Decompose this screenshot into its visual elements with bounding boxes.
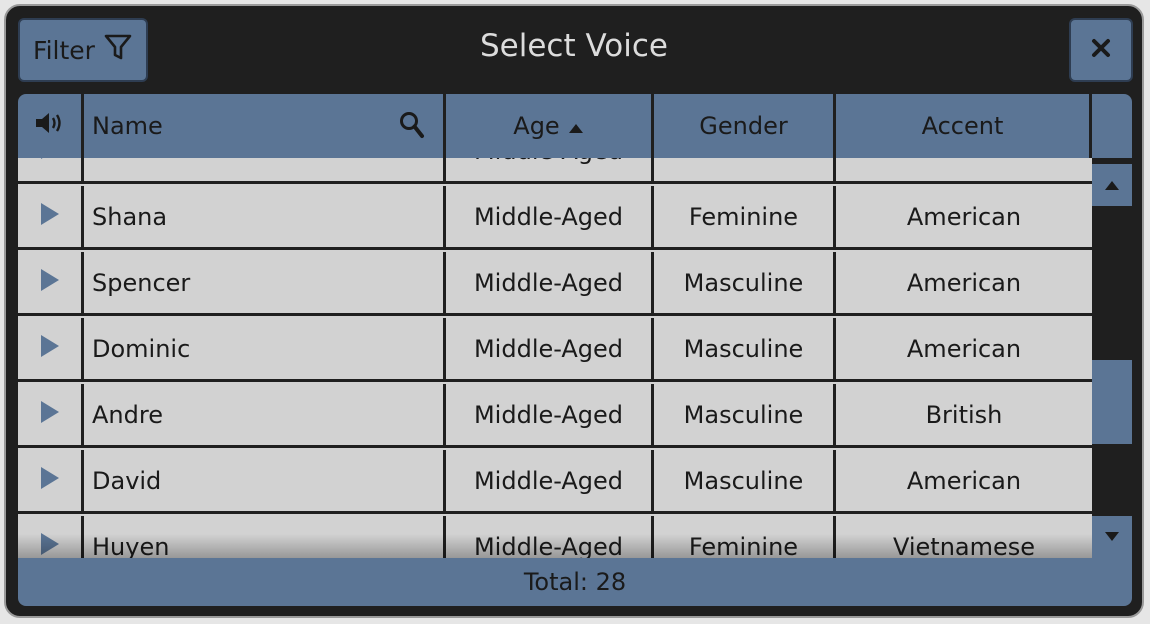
play-button[interactable] bbox=[18, 384, 84, 445]
voice-gender: Feminine bbox=[654, 516, 836, 558]
voice-accent: American bbox=[906, 334, 1022, 363]
select-voice-dialog: Filter Select Voice Name Age Gender Acce… bbox=[4, 4, 1144, 618]
play-button[interactable] bbox=[18, 516, 84, 558]
voice-gender: Masculine bbox=[654, 318, 836, 379]
header-accent-label: Accent bbox=[921, 112, 1004, 140]
voice-accent: American bbox=[906, 466, 1022, 495]
voice-accent bbox=[836, 158, 1092, 181]
header-name-label: Name bbox=[92, 112, 163, 140]
play-icon bbox=[39, 465, 61, 497]
header-age-label: Age bbox=[513, 112, 560, 140]
voice-name: Huyen bbox=[84, 516, 446, 558]
voice-name: Shana bbox=[84, 186, 446, 247]
header-play-column[interactable] bbox=[18, 94, 84, 158]
voice-accent: American bbox=[906, 202, 1022, 231]
play-icon bbox=[39, 201, 61, 233]
voice-gender: Masculine bbox=[654, 384, 836, 445]
header-name[interactable]: Name bbox=[84, 94, 446, 158]
scroll-up-icon bbox=[1104, 176, 1120, 195]
voice-gender bbox=[654, 158, 836, 181]
header-gender-label: Gender bbox=[699, 112, 788, 140]
close-button[interactable] bbox=[1069, 18, 1133, 82]
play-icon bbox=[39, 531, 61, 559]
play-button[interactable] bbox=[18, 318, 84, 379]
voice-accent: British bbox=[925, 400, 1003, 429]
play-button[interactable] bbox=[18, 252, 84, 313]
voice-name: Andre bbox=[84, 384, 446, 445]
table-row[interactable]: Middle-Aged bbox=[18, 158, 1092, 184]
sort-ascending-icon bbox=[568, 112, 584, 140]
scroll-down-button[interactable] bbox=[1092, 516, 1132, 558]
table-row[interactable]: Shana Middle-Aged Feminine American bbox=[18, 186, 1092, 250]
total-footer: Total: 28 bbox=[18, 558, 1132, 606]
table-row[interactable]: Huyen Middle-Aged Feminine Vietnamese bbox=[18, 516, 1092, 558]
voice-age: Middle-Aged bbox=[446, 318, 654, 379]
voice-name bbox=[84, 158, 446, 181]
voice-gender: Masculine bbox=[654, 450, 836, 511]
voice-age: Middle-Aged bbox=[446, 158, 654, 181]
close-icon bbox=[1090, 37, 1112, 63]
table-header: Name Age Gender Accent bbox=[18, 94, 1132, 158]
voice-accent: American bbox=[906, 268, 1022, 297]
scroll-up-button[interactable] bbox=[1092, 164, 1132, 206]
voice-age: Middle-Aged bbox=[446, 186, 654, 247]
voice-age: Middle-Aged bbox=[446, 516, 654, 558]
scrollbar[interactable] bbox=[1092, 158, 1132, 558]
voice-accent: Vietnamese bbox=[892, 532, 1036, 559]
table-row[interactable]: Spencer Middle-Aged Masculine American bbox=[18, 252, 1092, 316]
voice-name: Spencer bbox=[84, 252, 446, 313]
voice-gender: Masculine bbox=[654, 252, 836, 313]
scroll-down-icon bbox=[1104, 528, 1120, 547]
voice-age: Middle-Aged bbox=[446, 384, 654, 445]
speaker-icon bbox=[34, 110, 66, 142]
header-gender[interactable]: Gender bbox=[654, 94, 836, 158]
play-icon bbox=[39, 267, 61, 299]
table-row[interactable]: David Middle-Aged Masculine American bbox=[18, 450, 1092, 514]
play-button[interactable] bbox=[18, 186, 84, 247]
table-row[interactable]: Dominic Middle-Aged Masculine American bbox=[18, 318, 1092, 382]
voice-name: David bbox=[84, 450, 446, 511]
search-icon[interactable] bbox=[399, 111, 425, 145]
voice-list[interactable]: Middle-Aged Shana Middle-Aged Feminine A… bbox=[18, 158, 1092, 558]
header-spacer bbox=[1092, 94, 1132, 158]
play-button[interactable] bbox=[18, 450, 84, 511]
header-accent[interactable]: Accent bbox=[836, 94, 1092, 158]
voice-name: Dominic bbox=[84, 318, 446, 379]
play-button[interactable] bbox=[18, 158, 84, 181]
voice-age: Middle-Aged bbox=[446, 450, 654, 511]
play-icon bbox=[39, 333, 61, 365]
header-age[interactable]: Age bbox=[446, 94, 654, 158]
total-count: Total: 28 bbox=[523, 568, 627, 596]
dialog-title: Select Voice bbox=[480, 28, 668, 64]
scroll-thumb[interactable] bbox=[1092, 360, 1132, 444]
voice-age: Middle-Aged bbox=[446, 252, 654, 313]
play-icon bbox=[39, 158, 61, 167]
voice-gender: Feminine bbox=[654, 186, 836, 247]
table-row[interactable]: Andre Middle-Aged Masculine British bbox=[18, 384, 1092, 448]
play-icon bbox=[39, 399, 61, 431]
